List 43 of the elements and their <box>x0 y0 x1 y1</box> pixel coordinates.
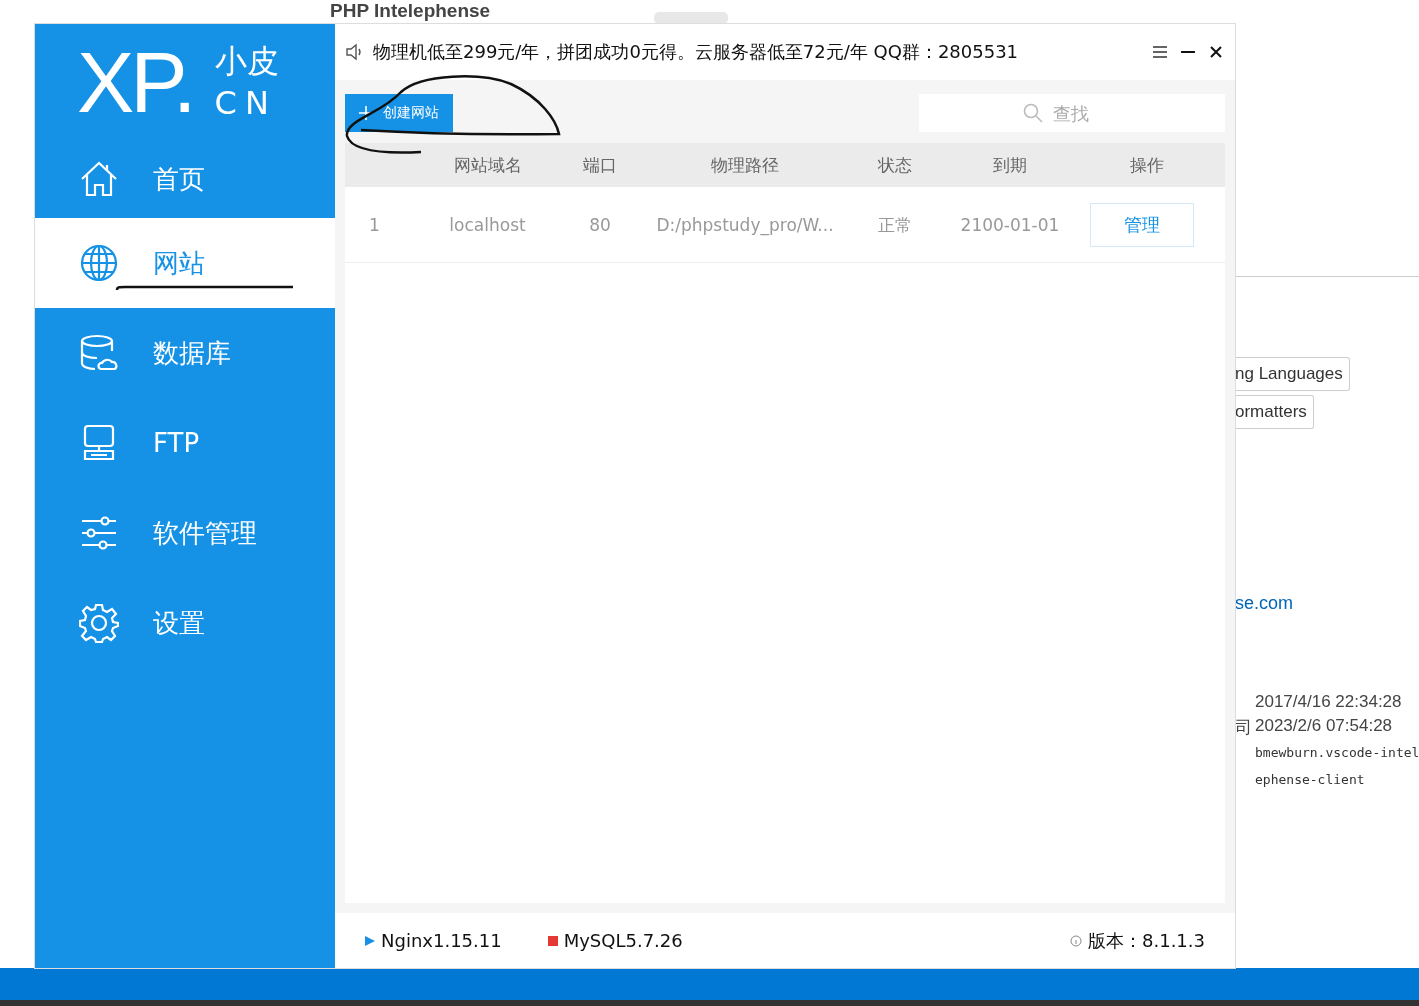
column-header: 状态 <box>877 153 913 177</box>
logo-mark: XP. <box>77 39 193 125</box>
table-cell-text: 2100-01-01 <box>959 213 1061 237</box>
detail-value: 2017/4/16 22:34:28 <box>1255 692 1402 712</box>
table-cell-text: D:/phpstudy_pro/W... <box>655 213 835 237</box>
speaker-icon <box>345 43 363 61</box>
sidebar-item[interactable]: 网站 <box>35 218 335 308</box>
info-icon <box>1070 934 1082 947</box>
plus-icon <box>359 106 373 120</box>
search-field[interactable]: 查找 <box>919 94 1225 132</box>
notice-text: 物理机低至299元/年，拼团成功0元得。云服务器低至72元/年 QQ群：2805531 <box>373 40 1020 64</box>
column-header: 物理路径 <box>710 153 780 177</box>
table-cell-text: 正常 <box>877 213 913 237</box>
sidebar-item[interactable]: FTP <box>35 398 335 488</box>
sidebar-item[interactable]: 首页 <box>35 140 335 218</box>
service-status: Nginx1.15.11 <box>381 930 502 951</box>
table-cell-text: localhost <box>448 213 527 237</box>
website-link[interactable]: se.com <box>1235 593 1294 614</box>
create-site-button[interactable]: 创建网站 <box>345 94 453 132</box>
column-header: 网站域名 <box>452 153 523 177</box>
extension-identifier: bmewburn.vscode-intelephense-client <box>1255 744 1419 789</box>
sidebar-item[interactable]: 软件管理 <box>35 488 335 578</box>
table-cell-text: 1 <box>368 213 381 237</box>
database-icon <box>79 333 119 373</box>
page-heading: PHP Intelephense <box>330 0 491 22</box>
logo-domain: CN <box>214 83 278 124</box>
table-cell-text: 80 <box>588 213 612 237</box>
logo-title: 小皮 <box>214 41 279 82</box>
detail-label: 司 <box>1235 717 1253 739</box>
detail-value: 2023/2/6 07:54:28 <box>1255 716 1394 737</box>
column-header: 操作 <box>1129 153 1165 177</box>
manage-button[interactable]: 管理 <box>1090 202 1194 247</box>
version-text: 版本：8.1.1.3 <box>1088 928 1205 953</box>
sidebar-item[interactable]: 数据库 <box>35 308 335 398</box>
column-header: 到期 <box>992 153 1028 177</box>
house-icon <box>79 159 119 199</box>
sidebar-item[interactable]: 设置 <box>35 578 335 668</box>
service-status: MySQL5.7.26 <box>563 930 683 951</box>
globe-icon <box>79 243 119 283</box>
search-icon <box>1023 103 1043 123</box>
column-header: 端口 <box>582 153 618 177</box>
menu-icon[interactable] <box>1151 43 1169 61</box>
gear-icon <box>79 603 119 643</box>
